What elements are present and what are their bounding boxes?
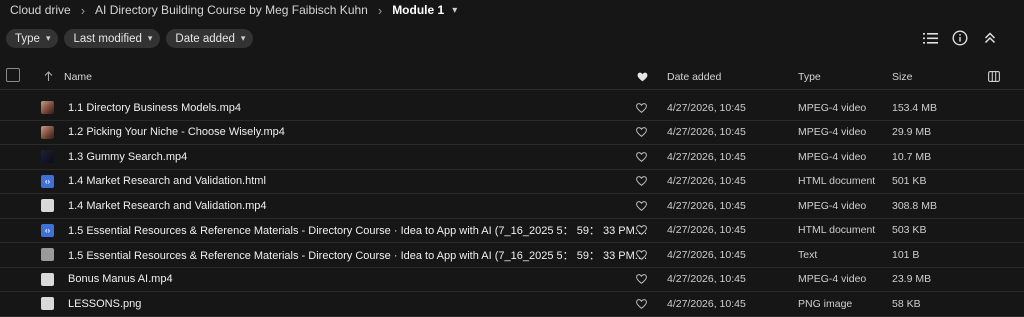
table-row[interactable]: 1.3 Gummy Search.mp4 4/27/2026, 10:45 MP… xyxy=(0,145,1024,170)
video-thumbnail-icon xyxy=(41,101,54,114)
file-name[interactable]: 1.1 Directory Business Models.mp4 xyxy=(68,96,241,119)
file-size: 101 B xyxy=(892,248,920,261)
table-row[interactable]: ‹› 1.5 Essential Resources & Reference M… xyxy=(0,219,1024,243)
chevron-down-icon: ▾ xyxy=(45,33,51,43)
table-row[interactable]: Bonus Manus AI.mp4 4/27/2026, 10:45 MPEG… xyxy=(0,268,1024,292)
file-size: 29.9 MB xyxy=(892,126,932,138)
favorite-heart-icon[interactable] xyxy=(636,121,647,144)
favorite-heart-icon[interactable] xyxy=(636,292,647,315)
breadcrumb-course-folder[interactable]: AI Directory Building Course by Meg Faib… xyxy=(95,3,368,17)
file-type: PNG image xyxy=(798,297,853,310)
table-row[interactable]: ‹› 1.4 Market Research and Validation.ht… xyxy=(0,170,1024,194)
file-name[interactable]: Bonus Manus AI.mp4 xyxy=(68,268,173,291)
html-file-icon: ‹› xyxy=(41,223,54,237)
file-size: 23.9 MB xyxy=(892,273,932,285)
column-header-date-added[interactable]: Date added xyxy=(667,64,721,89)
chevron-right-icon: › xyxy=(377,2,383,18)
date-added: 4/27/2026, 10:45 xyxy=(667,273,746,285)
filter-label: Last modified xyxy=(73,32,142,45)
file-size: 10.7 MB xyxy=(892,150,932,163)
select-all-checkbox[interactable] xyxy=(6,68,20,82)
column-header-size[interactable]: Size xyxy=(892,64,912,89)
list-view-icon[interactable] xyxy=(922,30,938,46)
view-toolbar xyxy=(922,30,998,46)
collapse-icon[interactable] xyxy=(982,30,998,46)
file-size: 501 KB xyxy=(892,175,927,187)
file-type: MPEG-4 video xyxy=(798,199,867,212)
file-size: 503 KB xyxy=(892,224,927,236)
table-row[interactable]: 1.2 Picking Your Niche - Choose Wisely.m… xyxy=(0,121,1024,145)
video-thumbnail-icon xyxy=(41,150,54,163)
favorite-heart-icon[interactable] xyxy=(636,219,647,242)
favorite-heart-icon[interactable] xyxy=(636,96,647,119)
table-header: Name Date added Type Size xyxy=(0,64,1024,90)
date-added: 4/27/2026, 10:45 xyxy=(667,248,746,261)
info-icon[interactable] xyxy=(952,30,968,46)
file-name[interactable]: 1.5 Essential Resources & Reference Mate… xyxy=(68,243,647,266)
video-thumbnail-icon xyxy=(41,199,54,212)
date-added: 4/27/2026, 10:45 xyxy=(667,224,746,236)
chevron-right-icon: › xyxy=(80,2,86,18)
file-type: HTML document xyxy=(798,224,876,236)
table-row[interactable]: 1.4 Market Research and Validation.mp4 4… xyxy=(0,194,1024,219)
favorite-heart-icon[interactable] xyxy=(636,145,647,168)
filter-last-modified-button[interactable]: Last modified ▾ xyxy=(64,29,161,48)
favorite-heart-icon[interactable] xyxy=(636,170,647,193)
date-added: 4/27/2026, 10:45 xyxy=(667,199,746,212)
date-added: 4/27/2026, 10:45 xyxy=(667,297,746,310)
heart-icon[interactable] xyxy=(637,64,648,89)
table-row[interactable]: LESSONS.png 4/27/2026, 10:45 PNG image 5… xyxy=(0,292,1024,317)
video-thumbnail-icon xyxy=(41,272,54,286)
filter-date-added-button[interactable]: Date added ▾ xyxy=(166,29,254,48)
file-name[interactable]: 1.4 Market Research and Validation.html xyxy=(68,170,266,193)
file-type: MPEG-4 video xyxy=(798,150,867,163)
breadcrumb-current-folder[interactable]: Module 1 xyxy=(392,3,444,17)
file-list: 1.1 Directory Business Models.mp4 4/27/2… xyxy=(0,96,1024,317)
file-type: MPEG-4 video xyxy=(798,101,867,114)
filter-label: Date added xyxy=(175,32,235,45)
filter-label: Type xyxy=(15,32,40,45)
date-added: 4/27/2026, 10:45 xyxy=(667,150,746,163)
chevron-down-icon: ▾ xyxy=(147,33,153,43)
html-file-icon: ‹› xyxy=(41,174,54,188)
file-type: HTML document xyxy=(798,175,876,187)
file-name[interactable]: 1.2 Picking Your Niche - Choose Wisely.m… xyxy=(68,121,285,144)
favorite-heart-icon[interactable] xyxy=(636,194,647,217)
chevron-down-icon[interactable]: ▾ xyxy=(452,5,457,16)
file-size: 153.4 MB xyxy=(892,101,937,114)
file-size: 308.8 MB xyxy=(892,199,937,212)
table-row[interactable]: 1.1 Directory Business Models.mp4 4/27/2… xyxy=(0,96,1024,121)
favorite-heart-icon[interactable] xyxy=(636,268,647,291)
column-header-name[interactable]: Name xyxy=(64,64,92,89)
breadcrumb-cloud-drive[interactable]: Cloud drive xyxy=(10,3,71,17)
date-added: 4/27/2026, 10:45 xyxy=(667,101,746,114)
file-name[interactable]: LESSONS.png xyxy=(68,292,141,315)
chevron-down-icon: ▾ xyxy=(240,33,246,43)
file-name[interactable]: 1.3 Gummy Search.mp4 xyxy=(68,145,187,168)
image-thumbnail-icon xyxy=(41,297,54,310)
file-size: 58 KB xyxy=(892,297,921,310)
file-name[interactable]: 1.5 Essential Resources & Reference Mate… xyxy=(68,219,647,242)
column-header-type[interactable]: Type xyxy=(798,64,821,89)
breadcrumb: Cloud drive › AI Directory Building Cour… xyxy=(10,0,457,20)
file-type: MPEG-4 video xyxy=(798,273,867,285)
text-file-icon xyxy=(41,248,54,261)
date-added: 4/27/2026, 10:45 xyxy=(667,126,746,138)
filter-type-button[interactable]: Type ▾ xyxy=(6,29,59,48)
favorite-heart-icon[interactable] xyxy=(636,243,647,266)
sort-arrow-up-icon[interactable] xyxy=(44,64,53,89)
video-thumbnail-icon xyxy=(41,125,54,139)
columns-settings-icon[interactable] xyxy=(988,64,1000,89)
file-name[interactable]: 1.4 Market Research and Validation.mp4 xyxy=(68,194,267,217)
file-type: MPEG-4 video xyxy=(798,126,867,138)
table-row[interactable]: 1.5 Essential Resources & Reference Mate… xyxy=(0,243,1024,268)
filter-bar: Type ▾ Last modified ▾ Date added ▾ xyxy=(6,29,254,48)
file-type: Text xyxy=(798,248,818,261)
date-added: 4/27/2026, 10:45 xyxy=(667,175,746,187)
